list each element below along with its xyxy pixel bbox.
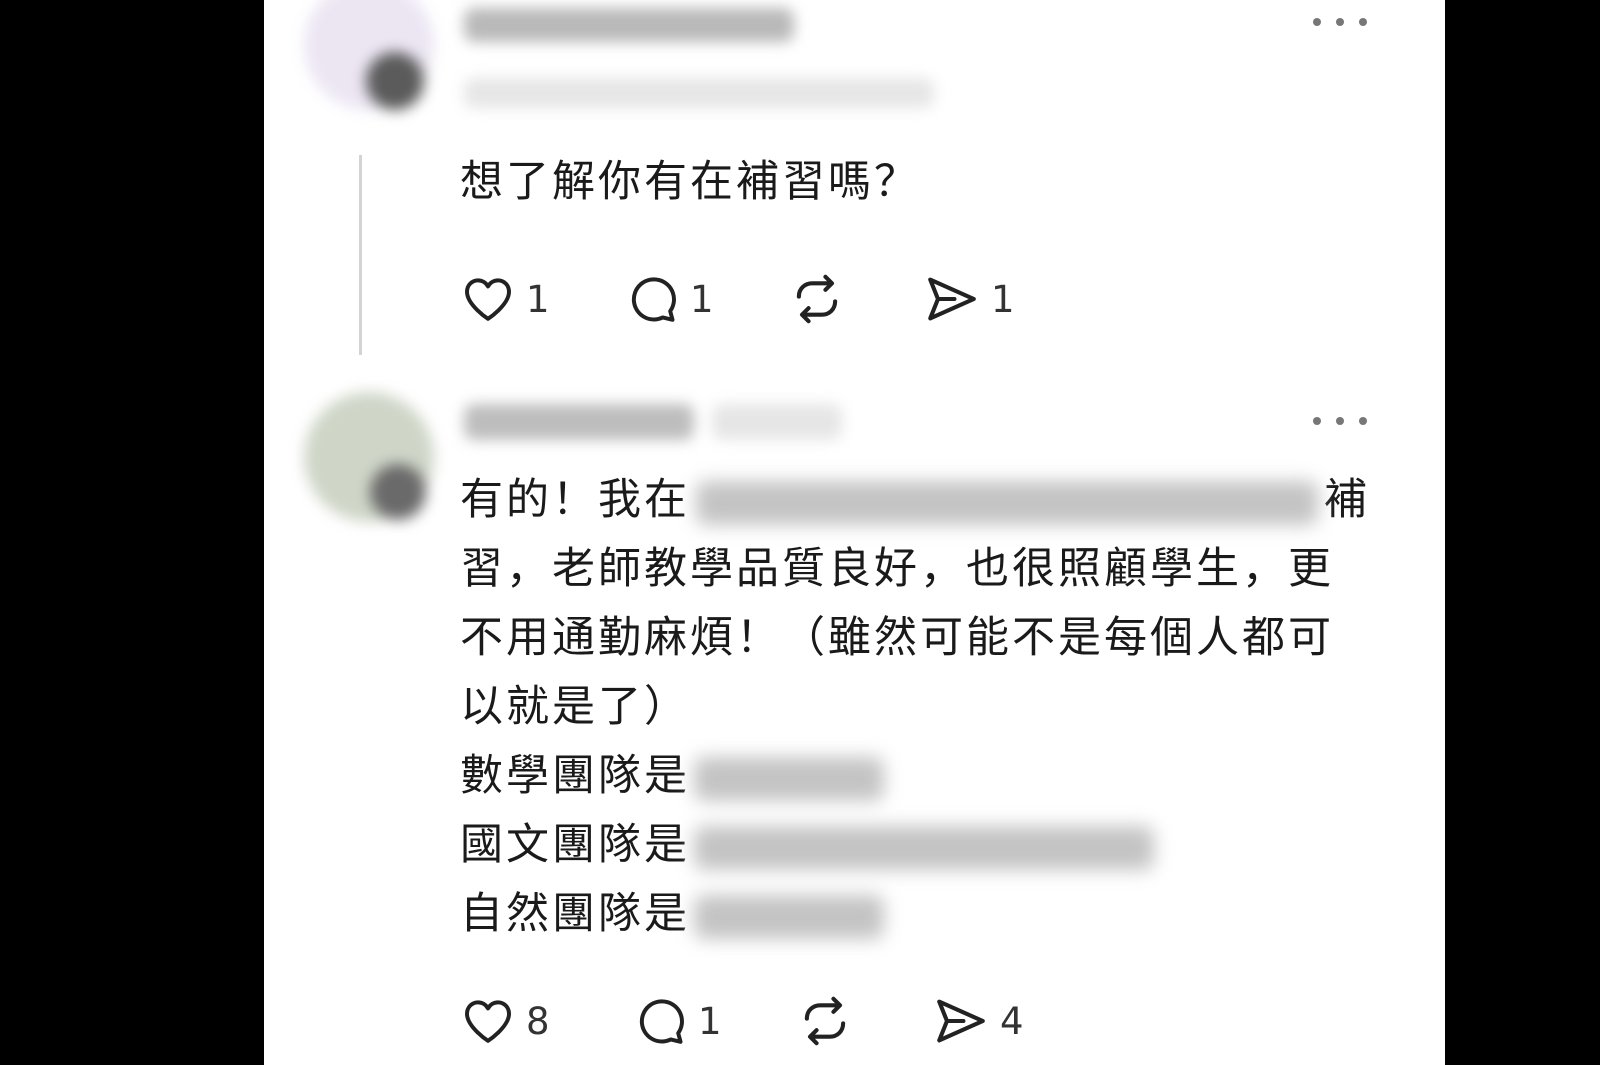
comment-icon: [639, 999, 684, 1044]
more-options-button[interactable]: [1313, 12, 1367, 32]
post-line: 國文團隊是: [460, 811, 1420, 880]
comment-count: 1: [690, 277, 714, 321]
repost-icon: [804, 996, 846, 1046]
avatar[interactable]: [304, 0, 434, 110]
share-count: 1: [991, 277, 1015, 321]
comment-button[interactable]: 1: [632, 986, 722, 1056]
like-count: 1: [526, 277, 550, 321]
redacted-text: [694, 825, 1154, 870]
share-button[interactable]: 1: [923, 264, 1015, 334]
post-text: 想了解你有在補習嗎？: [460, 157, 920, 207]
heart-icon: [465, 1000, 511, 1043]
comment-count: 1: [698, 999, 722, 1043]
post-timestamp: [712, 404, 842, 440]
share-count: 4: [1000, 999, 1024, 1043]
post-actions: 1 1 1: [460, 264, 1160, 334]
repost-button[interactable]: [796, 986, 854, 1056]
repost-button[interactable]: [788, 264, 846, 334]
post-line: 以就是了）: [460, 682, 690, 732]
username[interactable]: [464, 404, 694, 440]
repost-icon: [796, 274, 838, 324]
username[interactable]: [464, 8, 794, 42]
like-button[interactable]: 1: [460, 264, 550, 334]
avatar[interactable]: [304, 392, 434, 522]
like-count: 8: [526, 999, 550, 1043]
redacted-text: [694, 756, 884, 801]
send-icon: [928, 277, 976, 321]
post-actions: 8 1 4: [460, 986, 1180, 1056]
share-button[interactable]: 4: [932, 986, 1024, 1056]
redacted-text: [696, 480, 1318, 525]
post-line: 自然團隊是: [460, 880, 1420, 949]
post-line: 有的！我在補: [460, 475, 1370, 525]
thread-line: [359, 155, 362, 355]
post-line: 習，老師教學品質良好，也很照顧學生，更: [460, 544, 1334, 594]
comment-button[interactable]: 1: [624, 264, 714, 334]
post-text: 有的！我在補 習，老師教學品質良好，也很照顧學生，更 不用通勤麻煩！（雖然可能不…: [460, 466, 1420, 949]
post-line: 數學團隊是: [460, 742, 1420, 811]
thread-panel: 想了解你有在補習嗎？ 1 1 1 有的！我在 補 習，老師教學品質良好，也很照顧…: [264, 0, 1445, 1065]
post-meta: [464, 78, 934, 108]
like-button[interactable]: 8: [460, 986, 550, 1056]
redacted-text: [694, 894, 884, 939]
comment-icon: [631, 277, 676, 322]
heart-icon: [465, 278, 511, 321]
more-options-button[interactable]: [1313, 411, 1367, 431]
post-line: 不用通勤麻煩！（雖然可能不是每個人都可: [460, 613, 1334, 663]
send-icon: [937, 999, 985, 1043]
